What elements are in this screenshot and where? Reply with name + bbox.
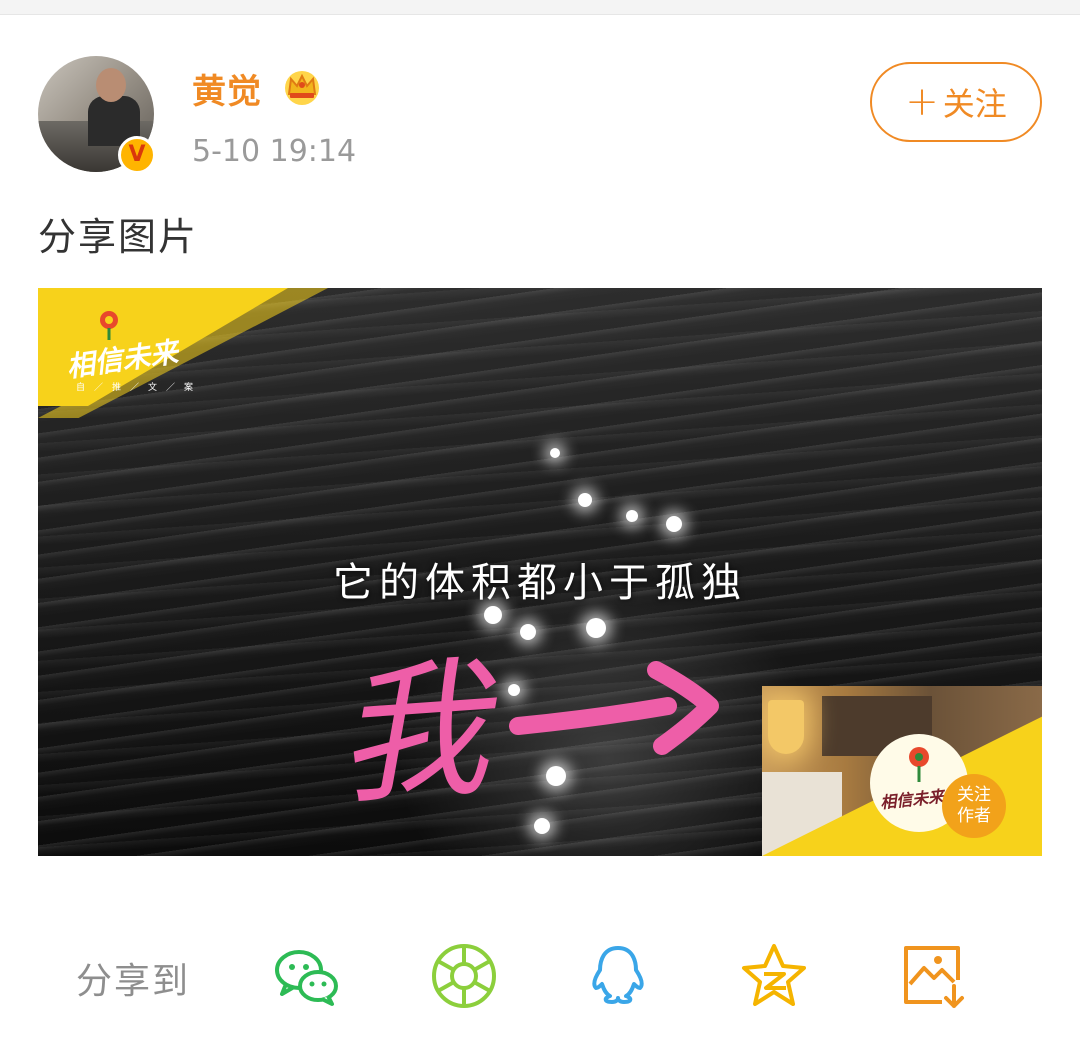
- follow-author-button[interactable]: 关注 作者: [942, 774, 1006, 838]
- follow-author-line2: 作者: [957, 806, 991, 826]
- moments-icon[interactable]: [428, 940, 500, 1012]
- avatar-head: [96, 68, 126, 102]
- video-preview[interactable]: 相信未来 关注 作者: [762, 686, 1042, 856]
- top-divider: [0, 0, 1080, 15]
- water-sparkle: [578, 493, 592, 507]
- post-timestamp: 5-10 19:14: [192, 134, 357, 169]
- save-image-icon[interactable]: [896, 940, 968, 1012]
- follow-author-line1: 关注: [957, 785, 991, 805]
- logo-subtext: 自／推／文／案: [76, 383, 203, 393]
- plus-icon: +: [905, 79, 939, 125]
- handwriting-char: 我: [338, 648, 506, 818]
- qzone-icon[interactable]: [738, 940, 810, 1012]
- follow-button[interactable]: + 关注: [870, 62, 1042, 142]
- wechat-icon[interactable]: [270, 940, 342, 1012]
- water-sparkle: [626, 510, 638, 522]
- water-sparkle: [550, 448, 560, 458]
- verified-badge-icon: V: [118, 136, 156, 174]
- video-subtitle: 它的体积都小于孤独: [333, 560, 747, 606]
- water-sparkle: [586, 618, 606, 638]
- follow-button-label: 关注: [942, 85, 1007, 123]
- pip-lamp: [768, 700, 804, 754]
- arrow-icon: [509, 697, 677, 735]
- handwriting-annotation: 我: [338, 648, 719, 818]
- qq-icon[interactable]: [582, 940, 654, 1012]
- crown-icon[interactable]: [282, 66, 322, 106]
- water-sparkle: [534, 818, 550, 834]
- water-sparkle: [520, 624, 536, 640]
- share-label: 分享到: [76, 961, 191, 1002]
- post-text: 分享图片: [38, 215, 199, 259]
- username[interactable]: 黄觉: [192, 64, 262, 113]
- post-image[interactable]: 相信未来 自／推／文／案 它的体积都小于孤独 我 相信未来 关注 作者: [38, 288, 1042, 856]
- water-sparkle: [666, 516, 682, 532]
- water-sparkle: [484, 606, 502, 624]
- flower-logo-icon: [909, 747, 929, 782]
